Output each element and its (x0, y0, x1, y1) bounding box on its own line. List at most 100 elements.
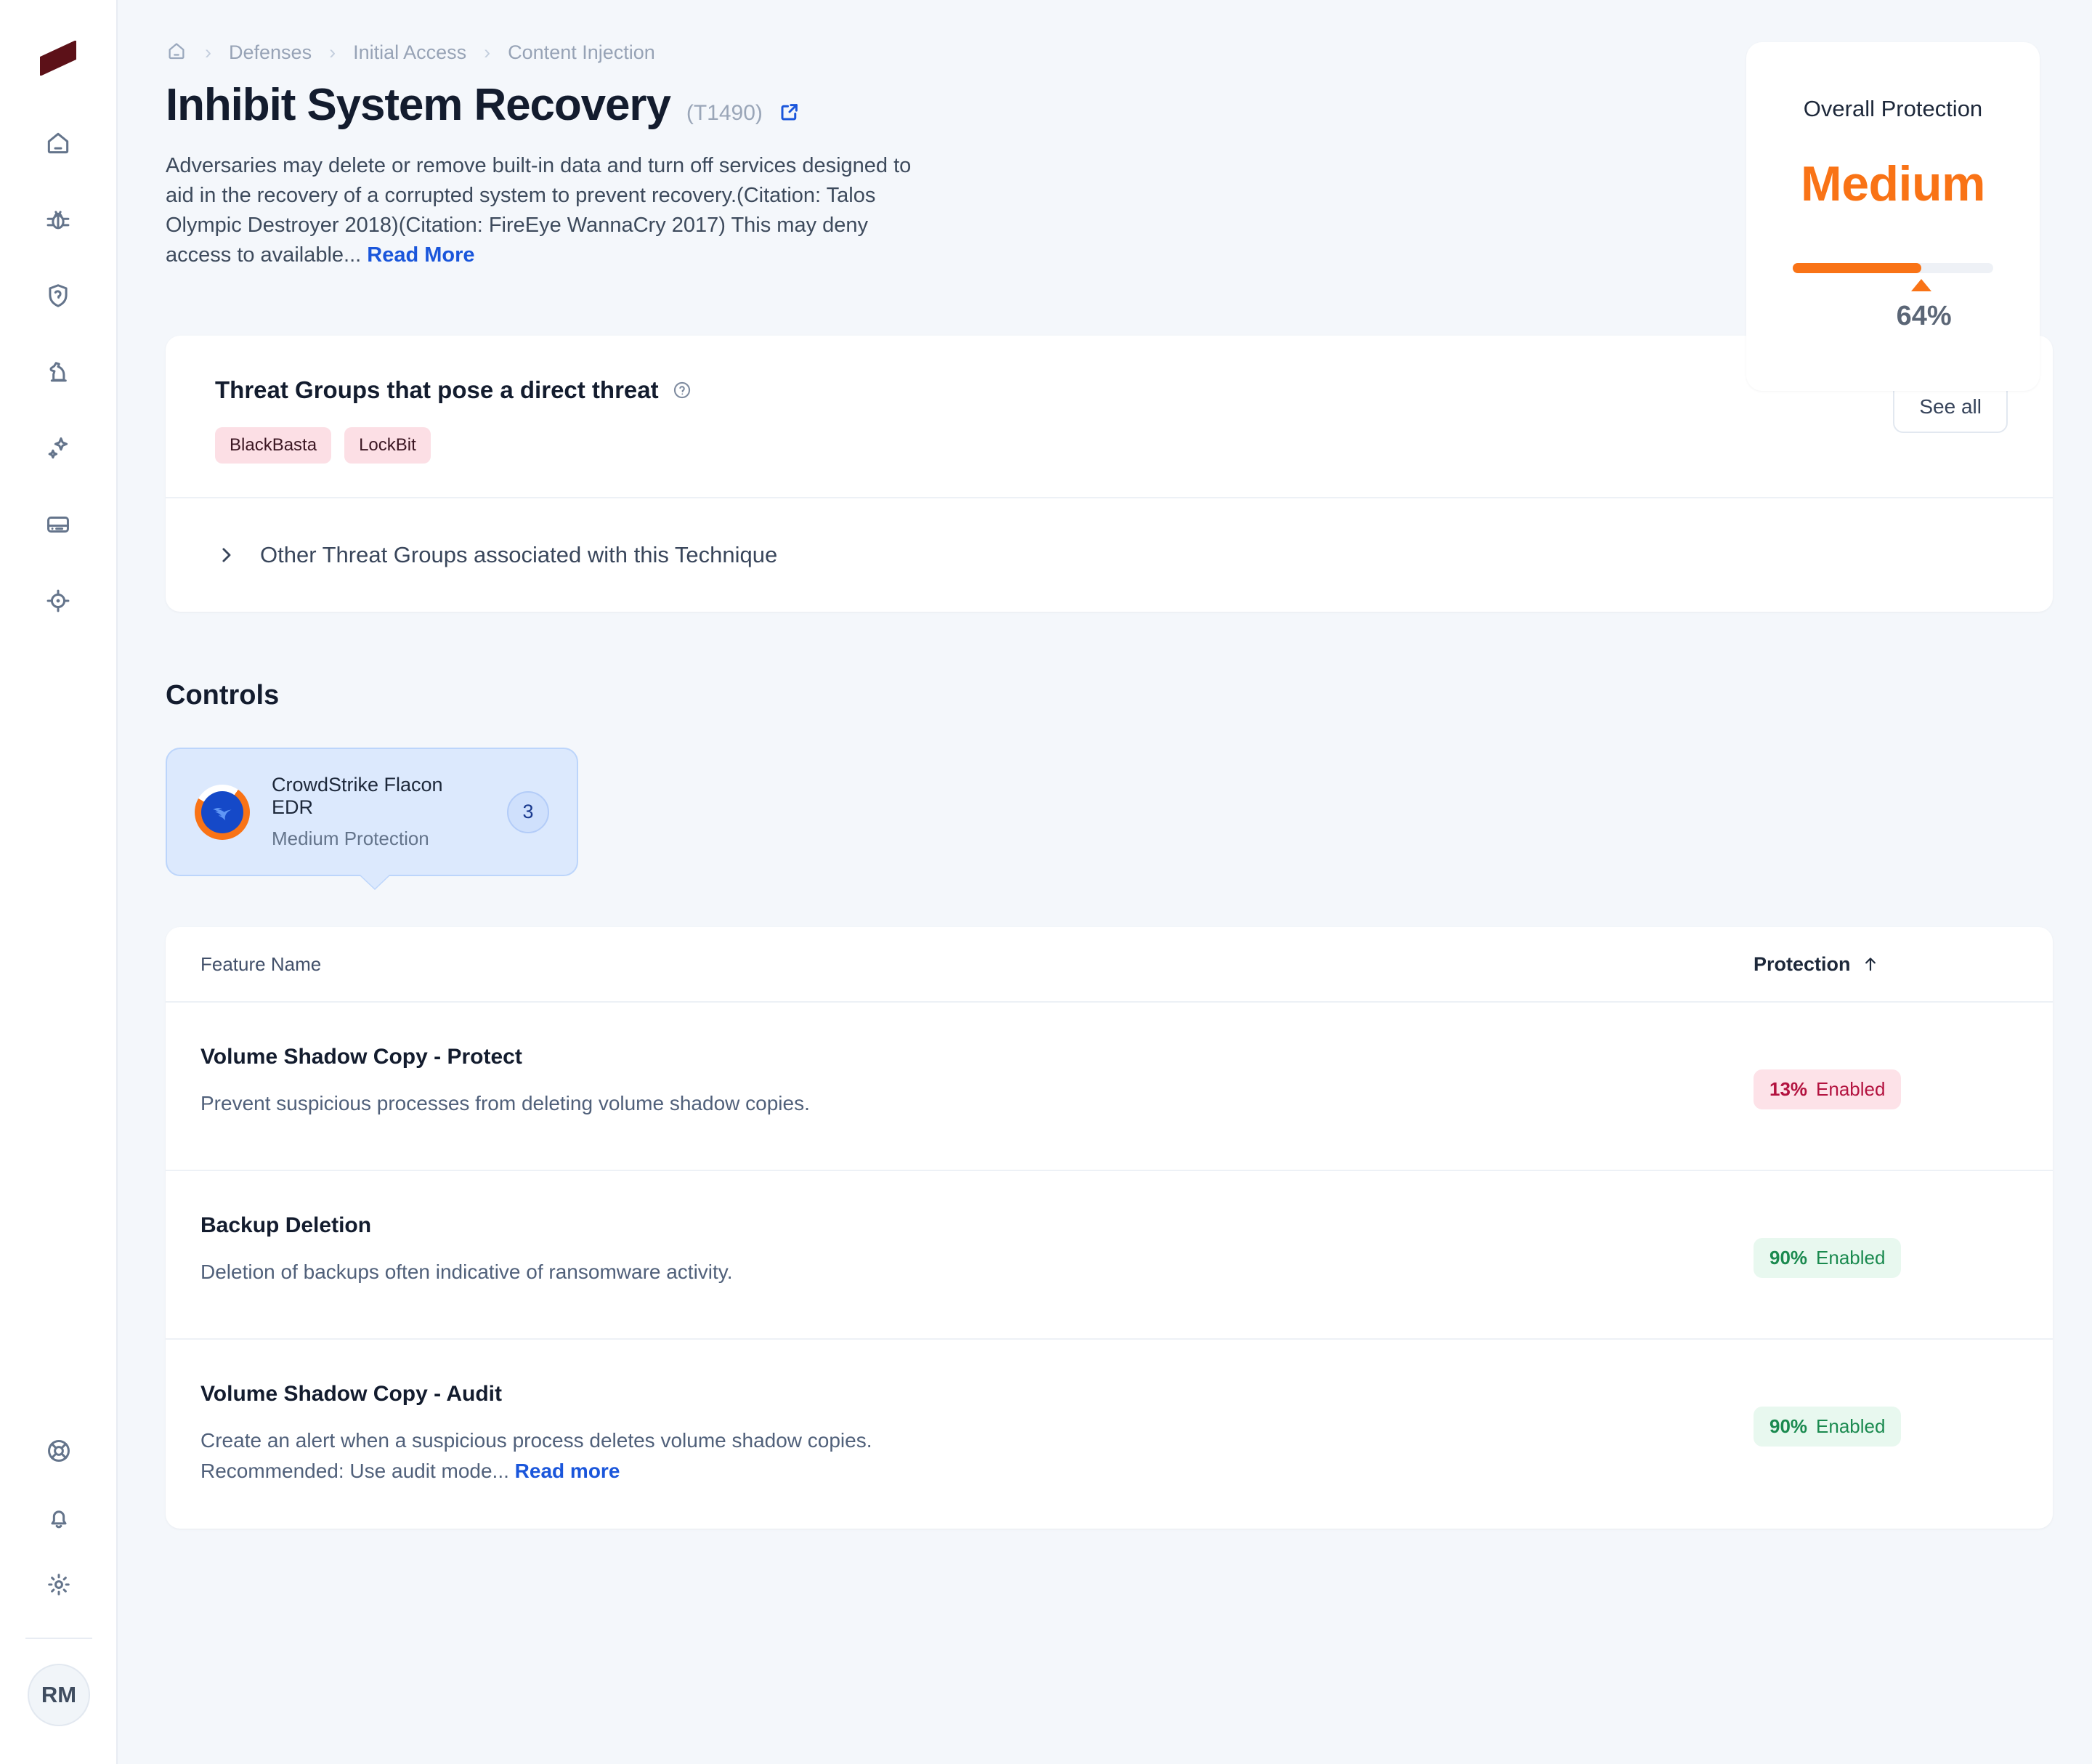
overall-protection-level: Medium (1801, 155, 1985, 212)
protection-status: Enabled (1816, 1415, 1885, 1438)
feature-description: Deletion of backups often indicative of … (200, 1257, 1072, 1287)
meter-marker-icon (1911, 279, 1931, 291)
protection-percent: 90% (1769, 1247, 1807, 1269)
breadcrumb-item-initial-access[interactable]: Initial Access (353, 41, 466, 64)
protection-status: Enabled (1816, 1078, 1885, 1101)
control-protection-level: Medium Protection (272, 828, 485, 850)
crowdstrike-falcon-icon (195, 785, 250, 840)
breadcrumb-item-content-injection[interactable]: Content Injection (508, 41, 655, 64)
protection-percent: 90% (1769, 1415, 1807, 1438)
protection-cell: 90% Enabled (1754, 1213, 2008, 1278)
external-link-icon (779, 101, 800, 126)
sidebar-item-targets[interactable] (36, 578, 81, 623)
breadcrumb-separator: › (205, 43, 211, 62)
status-badge: 90% Enabled (1754, 1407, 1901, 1447)
gear-icon (45, 1571, 73, 1598)
threat-group-chip[interactable]: BlackBasta (215, 427, 331, 464)
table-row[interactable]: Volume Shadow Copy - Audit Create an ale… (166, 1340, 2053, 1529)
sidebar-item-support[interactable] (36, 1428, 81, 1473)
app-root: RM › Defenses › Initial Access › Con (0, 0, 2092, 1764)
description-text: Adversaries may delete or remove built-i… (166, 154, 911, 267)
shield-check-icon (44, 282, 72, 309)
features-table: Feature Name Protection Volume Shadow Co… (166, 927, 2053, 1529)
technique-id: (T1490) (686, 101, 763, 126)
sidebar-bottom: RM (0, 1428, 118, 1764)
protection-cell: 13% Enabled (1754, 1045, 2008, 1109)
sidebar-item-insights[interactable] (36, 426, 81, 471)
chevron-right-icon (215, 544, 237, 566)
feature-name: Volume Shadow Copy - Protect (200, 1045, 1754, 1069)
status-badge: 13% Enabled (1754, 1069, 1901, 1109)
arrow-up-icon[interactable] (1861, 955, 1880, 974)
sidebar-divider (25, 1638, 92, 1639)
threat-groups-header: Threat Groups that pose a direct threat (215, 376, 2008, 404)
sidebar-item-threats[interactable] (36, 197, 81, 242)
control-name: CrowdStrike Flacon EDR (272, 774, 485, 819)
feature-cell: Volume Shadow Copy - Protect Prevent sus… (200, 1045, 1754, 1119)
feature-cell: Backup Deletion Deletion of backups ofte… (200, 1213, 1754, 1287)
sidebar-item-assets[interactable] (36, 502, 81, 547)
crosshair-icon (44, 587, 72, 615)
app-logo[interactable] (40, 41, 76, 76)
feature-description: Prevent suspicious processes from deleti… (200, 1088, 1072, 1119)
breadcrumb-separator: › (484, 43, 490, 62)
protection-percent: 13% (1769, 1078, 1807, 1101)
protection-status: Enabled (1816, 1247, 1885, 1269)
other-threat-groups-label: Other Threat Groups associated with this… (260, 542, 777, 568)
technique-description: Adversaries may delete or remove built-i… (166, 151, 936, 270)
control-card-crowdstrike[interactable]: CrowdStrike Flacon EDR Medium Protection… (166, 748, 578, 876)
page-title: Inhibit System Recovery (166, 83, 670, 128)
control-feature-count: 3 (507, 791, 549, 833)
control-card-text: CrowdStrike Flacon EDR Medium Protection (272, 774, 485, 850)
feature-name: Backup Deletion (200, 1213, 1754, 1238)
feature-name: Volume Shadow Copy - Audit (200, 1382, 1754, 1407)
column-header-protection-label: Protection (1754, 953, 1851, 976)
threat-group-chip[interactable]: LockBit (344, 427, 431, 464)
column-header-feature-name[interactable]: Feature Name (200, 953, 1754, 976)
column-header-protection[interactable]: Protection (1754, 953, 2008, 976)
threat-groups-chips: BlackBasta LockBit (215, 427, 2008, 464)
read-more-link[interactable]: Read More (367, 243, 474, 267)
breadcrumb-separator: › (329, 43, 336, 62)
sparkles-icon (44, 434, 72, 462)
overall-protection-title: Overall Protection (1804, 96, 1982, 122)
other-threat-groups-toggle[interactable]: Other Threat Groups associated with this… (166, 498, 2053, 612)
sidebar: RM (0, 0, 118, 1764)
table-row[interactable]: Volume Shadow Copy - Protect Prevent sus… (166, 1003, 2053, 1171)
main-content: › Defenses › Initial Access › Content In… (118, 0, 2092, 1764)
feature-description-text: Create an alert when a suspicious proces… (200, 1429, 872, 1452)
lifebuoy-icon (45, 1437, 73, 1465)
overall-protection-percent: 64% (1897, 301, 1952, 332)
breadcrumb-item-defenses[interactable]: Defenses (229, 41, 312, 64)
table-header-row: Feature Name Protection (166, 927, 2053, 1003)
falcon-bird-glyph (201, 791, 243, 833)
sidebar-item-home[interactable] (36, 121, 81, 166)
feature-read-more-link[interactable]: Read more (515, 1460, 620, 1482)
sidebar-item-adversaries[interactable] (36, 349, 81, 395)
feature-description-text: Deletion of backups often indicative of … (200, 1261, 733, 1283)
meter-fill (1793, 263, 1921, 273)
question-circle-icon[interactable] (672, 380, 692, 400)
sidebar-item-defenses[interactable] (36, 273, 81, 318)
feature-description: Create an alert when a suspicious proces… (200, 1425, 1072, 1486)
home-icon (44, 129, 72, 157)
overall-protection-card: Overall Protection Medium 64% (1746, 42, 2040, 391)
table-row[interactable]: Backup Deletion Deletion of backups ofte… (166, 1171, 2053, 1340)
status-badge: 90% Enabled (1754, 1238, 1901, 1278)
feature-cell: Volume Shadow Copy - Audit Create an ale… (200, 1382, 1754, 1486)
chess-knight-icon (44, 358, 72, 386)
feature-description-extra: Recommended: Use audit mode... (200, 1460, 509, 1482)
external-link-button[interactable] (779, 101, 800, 126)
protection-cell: 90% Enabled (1754, 1382, 2008, 1447)
sidebar-item-settings[interactable] (36, 1562, 81, 1607)
feature-description-text: Prevent suspicious processes from deleti… (200, 1092, 810, 1114)
bell-icon (45, 1504, 73, 1532)
breadcrumb-home-link[interactable] (166, 40, 187, 65)
threat-groups-title: Threat Groups that pose a direct threat (215, 376, 659, 404)
bug-icon (44, 206, 72, 233)
server-icon (44, 511, 72, 538)
home-icon (166, 40, 187, 65)
overall-protection-meter: 64% (1793, 263, 1993, 273)
sidebar-item-notifications[interactable] (36, 1495, 81, 1540)
avatar[interactable]: RM (28, 1664, 90, 1726)
